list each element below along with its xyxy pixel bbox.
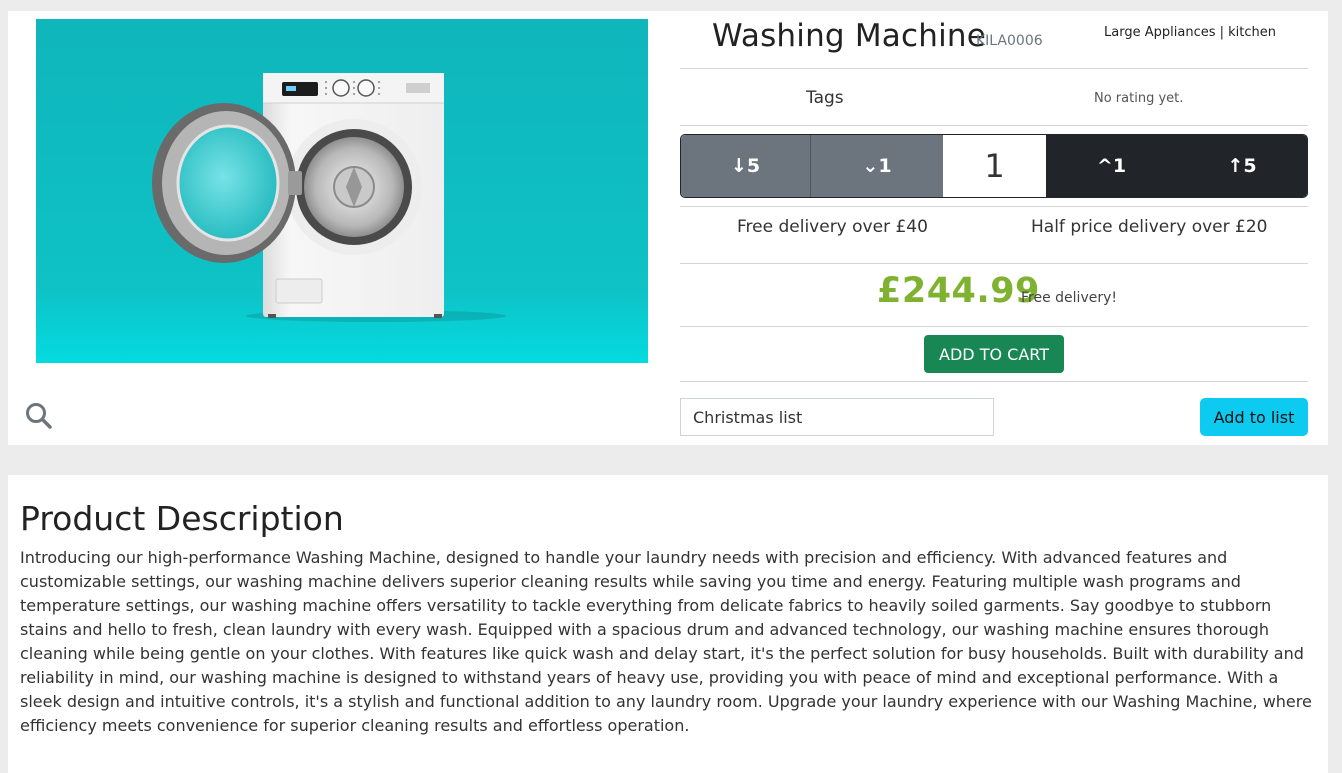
- add-to-list-button[interactable]: Add to list: [1200, 398, 1308, 436]
- title-row: Washing Machine KILA0006 Large Appliance…: [680, 11, 1308, 69]
- description-card: Product Description Introducing our high…: [8, 475, 1328, 773]
- product-card: Washing Machine KILA0006 Large Appliance…: [8, 11, 1328, 445]
- rating-text: No rating yet.: [1094, 91, 1184, 106]
- decrease-1-button[interactable]: ⌄1: [811, 135, 943, 197]
- search-icon[interactable]: [24, 401, 54, 431]
- product-price: £244.99: [877, 271, 1040, 311]
- cart-row: ADD TO CART: [680, 327, 1308, 382]
- free-delivery-text: Free delivery over £40: [737, 217, 928, 237]
- description-text: Introducing our high-performance Washing…: [20, 548, 1312, 735]
- washing-machine-illustration: [36, 19, 648, 363]
- tags-row: Tags No rating yet.: [680, 69, 1308, 126]
- increase-1-button[interactable]: ^1: [1046, 135, 1177, 197]
- decrease-5-button[interactable]: ↓5: [681, 135, 811, 197]
- list-name-input[interactable]: [680, 398, 994, 436]
- product-sku: KILA0006: [976, 33, 1043, 49]
- price-row: £244.99 Free delivery!: [680, 264, 1308, 327]
- quantity-stepper: ↓5 ⌄1 1 ^1 ↑5: [680, 134, 1308, 198]
- description-title: Product Description: [20, 499, 344, 538]
- product-categories[interactable]: Large Appliances | kitchen: [1104, 25, 1276, 40]
- quantity-row: ↓5 ⌄1 1 ^1 ↑5: [680, 126, 1308, 207]
- product-image: [36, 19, 648, 363]
- free-delivery-note: Free delivery!: [1021, 290, 1117, 306]
- product-info: Washing Machine KILA0006 Large Appliance…: [680, 11, 1308, 442]
- delivery-row: Free delivery over £40 Half price delive…: [680, 207, 1308, 264]
- increase-5-button[interactable]: ↑5: [1177, 135, 1307, 197]
- wishlist-row: Add to list: [680, 382, 1308, 442]
- add-to-cart-button[interactable]: ADD TO CART: [924, 335, 1064, 373]
- quantity-field[interactable]: 1: [943, 135, 1046, 197]
- tags-label: Tags: [806, 88, 844, 108]
- product-title: Washing Machine: [712, 18, 987, 54]
- half-price-delivery-text: Half price delivery over £20: [1031, 217, 1268, 237]
